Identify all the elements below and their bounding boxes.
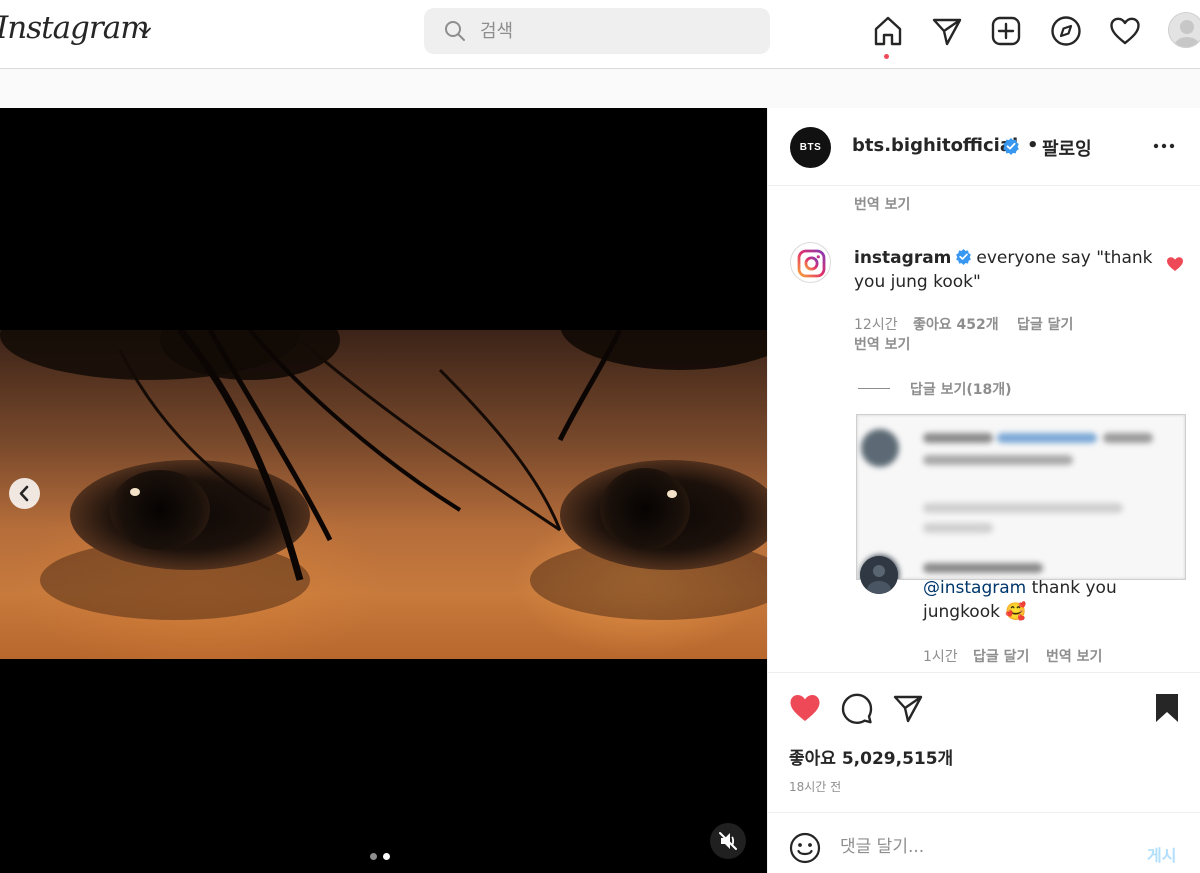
blurred-line <box>923 563 1043 573</box>
comment-time[interactable]: 12시간 <box>854 314 898 334</box>
like-count[interactable]: 좋아요 5,029,515개 <box>789 744 953 769</box>
blurred-line <box>923 433 993 443</box>
comment-like-heart-icon[interactable] <box>1166 256 1184 272</box>
post-comment-button[interactable]: 게시 <box>1147 842 1176 866</box>
comments-list[interactable]: 번역 보기 instagram everyone say "thank you … <box>768 186 1200 672</box>
following-button[interactable]: 팔로잉 <box>1042 135 1092 161</box>
search-icon <box>445 21 465 41</box>
post-media[interactable] <box>0 108 767 873</box>
share-icon[interactable] <box>891 691 925 725</box>
search-input[interactable] <box>480 16 750 46</box>
direct-icon[interactable] <box>930 14 964 48</box>
translate-link[interactable]: 번역 보기 <box>854 194 910 214</box>
instagram-logo-icon <box>797 249 826 278</box>
heart-filled-icon[interactable] <box>788 691 822 725</box>
blurred-line <box>923 503 1123 513</box>
carousel-dot <box>370 853 377 860</box>
chevron-down-icon[interactable] <box>138 24 152 38</box>
blurred-content <box>857 415 1185 579</box>
post-actions: 좋아요 5,029,515개 18시간 전 <box>768 672 1200 812</box>
home-icon[interactable] <box>871 14 905 48</box>
post-timestamp[interactable]: 18시간 전 <box>789 778 841 795</box>
activity-heart-icon[interactable] <box>1108 14 1142 48</box>
comment-composer: 게시 <box>768 812 1200 873</box>
instagram-logo[interactable]: Instagram <box>0 10 150 46</box>
author-avatar[interactable]: BTS <box>790 127 831 168</box>
blurred-line <box>923 523 993 533</box>
verified-badge-icon <box>956 248 972 265</box>
translate-link[interactable]: 번역 보기 <box>1046 646 1102 666</box>
chevron-left-icon <box>19 485 29 502</box>
author-username[interactable]: bts.bighitofficial <box>852 135 1018 156</box>
comment-body: instagram everyone say "thank you jung k… <box>854 246 1154 294</box>
reply-mention[interactable]: @instagram <box>923 578 1026 598</box>
mute-button[interactable] <box>710 823 746 859</box>
sub-bar <box>0 69 1200 108</box>
hair-strands <box>118 330 623 581</box>
comment-icon[interactable] <box>840 691 874 725</box>
previous-media-button[interactable] <box>9 478 40 509</box>
search-box[interactable] <box>424 8 770 54</box>
home-active-indicator <box>884 54 889 59</box>
reply-body: @instagram thank you jungkook 🥰 <box>923 576 1153 624</box>
top-navigation: Instagram <box>0 0 1200 69</box>
blurred-replies <box>856 414 1186 580</box>
emoji-icon[interactable] <box>788 831 822 865</box>
translate-link[interactable]: 번역 보기 <box>854 334 910 354</box>
comment-likes[interactable]: 좋아요 452개 <box>913 314 999 334</box>
default-avatar-icon <box>1174 20 1200 47</box>
post-header: BTS bts.bighitofficial • 팔로잉 <box>768 108 1200 186</box>
carousel-dot-active <box>383 853 390 860</box>
reply-button[interactable]: 답글 달기 <box>973 646 1029 666</box>
verified-badge-icon <box>1003 138 1019 155</box>
video-frame[interactable] <box>0 330 767 659</box>
bookmark-filled-icon[interactable] <box>1150 691 1184 725</box>
comment-username[interactable]: instagram <box>854 248 951 268</box>
comment-author-avatar[interactable] <box>790 242 831 283</box>
profile-avatar[interactable] <box>1168 12 1200 48</box>
blurred-line <box>1103 433 1153 443</box>
mute-icon <box>719 832 737 850</box>
new-post-icon[interactable] <box>989 14 1023 48</box>
replies-divider <box>858 388 890 389</box>
blurred-avatar <box>861 429 899 467</box>
avatar-photo <box>860 556 898 594</box>
reply-author-avatar[interactable] <box>860 556 898 594</box>
more-icon[interactable] <box>1152 138 1176 154</box>
comment-input[interactable] <box>840 833 1120 861</box>
explore-icon[interactable] <box>1049 14 1083 48</box>
reply-button[interactable]: 답글 달기 <box>1017 314 1073 334</box>
post-detail-panel: BTS bts.bighitofficial • 팔로잉 번역 보기 insta… <box>767 108 1200 873</box>
view-replies-button[interactable]: 답글 보기(18개) <box>910 379 1012 399</box>
separator-dot: • <box>1027 135 1039 156</box>
blurred-line <box>997 433 1097 443</box>
reply-time[interactable]: 1시간 <box>923 646 958 666</box>
blurred-line <box>923 455 1073 465</box>
